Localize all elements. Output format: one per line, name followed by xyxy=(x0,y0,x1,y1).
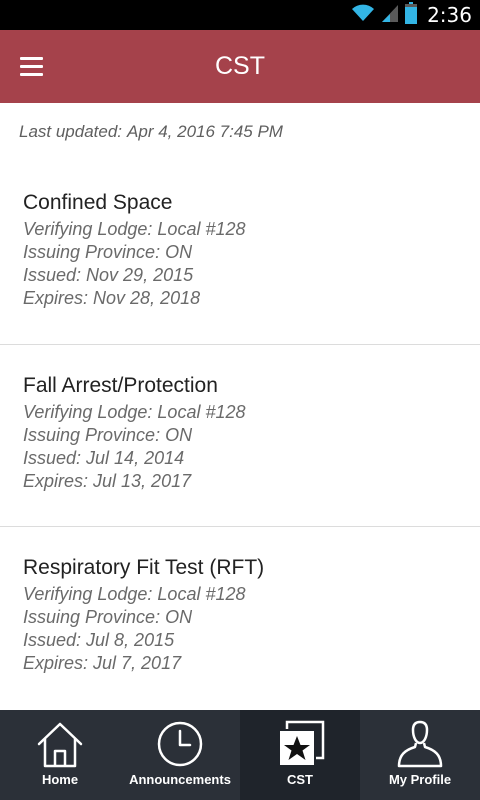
person-icon xyxy=(395,720,445,773)
hamburger-menu-icon[interactable] xyxy=(20,50,52,82)
cert-issuing-province: Issuing Province: ON xyxy=(23,425,193,445)
last-updated: Last updated: Apr 4, 2016 7:45 PM xyxy=(19,122,283,142)
nav-label-cst: CST xyxy=(287,772,313,787)
status-time: 2:36 xyxy=(427,3,472,27)
cert-expires: Expires: Nov 28, 2018 xyxy=(23,288,201,308)
last-updated-value: Apr 4, 2016 7:45 PM xyxy=(127,122,283,141)
nav-label-my-profile: My Profile xyxy=(388,772,452,787)
cert-issuing-province: Issuing Province: ON xyxy=(23,607,193,627)
star-cards-icon xyxy=(273,720,327,775)
cert-issued: Issued: Jul 8, 2015 xyxy=(23,630,175,650)
home-icon xyxy=(35,720,85,773)
divider xyxy=(0,526,480,527)
nav-item-home[interactable]: Home xyxy=(0,710,120,800)
nav-item-cst[interactable]: CST xyxy=(240,710,360,800)
clock-icon xyxy=(155,720,205,773)
cert-issuing-province: Issuing Province: ON xyxy=(23,242,193,262)
nav-label-home: Home xyxy=(41,772,79,787)
cert-expires: Expires: Jul 7, 2017 xyxy=(23,653,182,673)
cert-issued: Issued: Jul 14, 2014 xyxy=(23,448,185,468)
divider xyxy=(0,344,480,345)
status-bar: 2:36 xyxy=(0,0,480,30)
nav-item-announcements[interactable]: Announcements xyxy=(120,710,240,800)
cert-title: Fall Arrest/Protection xyxy=(23,374,218,397)
cell-signal-icon xyxy=(381,3,399,28)
status-icons: 2:36 xyxy=(351,0,472,30)
cert-verifying-lodge: Verifying Lodge: Local #128 xyxy=(23,584,246,604)
app-bar: CST xyxy=(0,30,480,103)
cert-verifying-lodge: Verifying Lodge: Local #128 xyxy=(23,219,246,239)
cert-verifying-lodge: Verifying Lodge: Local #128 xyxy=(23,402,246,422)
page-title: CST xyxy=(215,52,265,80)
certifications-list[interactable]: Last updated: Apr 4, 2016 7:45 PM Confine… xyxy=(0,103,480,710)
battery-icon xyxy=(405,1,418,29)
last-updated-label: Last updated: xyxy=(19,122,123,141)
cert-expires: Expires: Jul 13, 2017 xyxy=(23,471,192,491)
cert-title: Respiratory Fit Test (RFT) xyxy=(23,556,265,579)
nav-label-announcements: Announcements xyxy=(129,772,231,787)
cert-issued: Issued: Nov 29, 2015 xyxy=(23,265,194,285)
nav-item-my-profile[interactable]: My Profile xyxy=(360,710,480,800)
cert-title: Confined Space xyxy=(23,191,173,214)
bottom-nav: Home Announcements CST My Profile xyxy=(0,710,480,800)
wifi-icon xyxy=(351,3,375,28)
